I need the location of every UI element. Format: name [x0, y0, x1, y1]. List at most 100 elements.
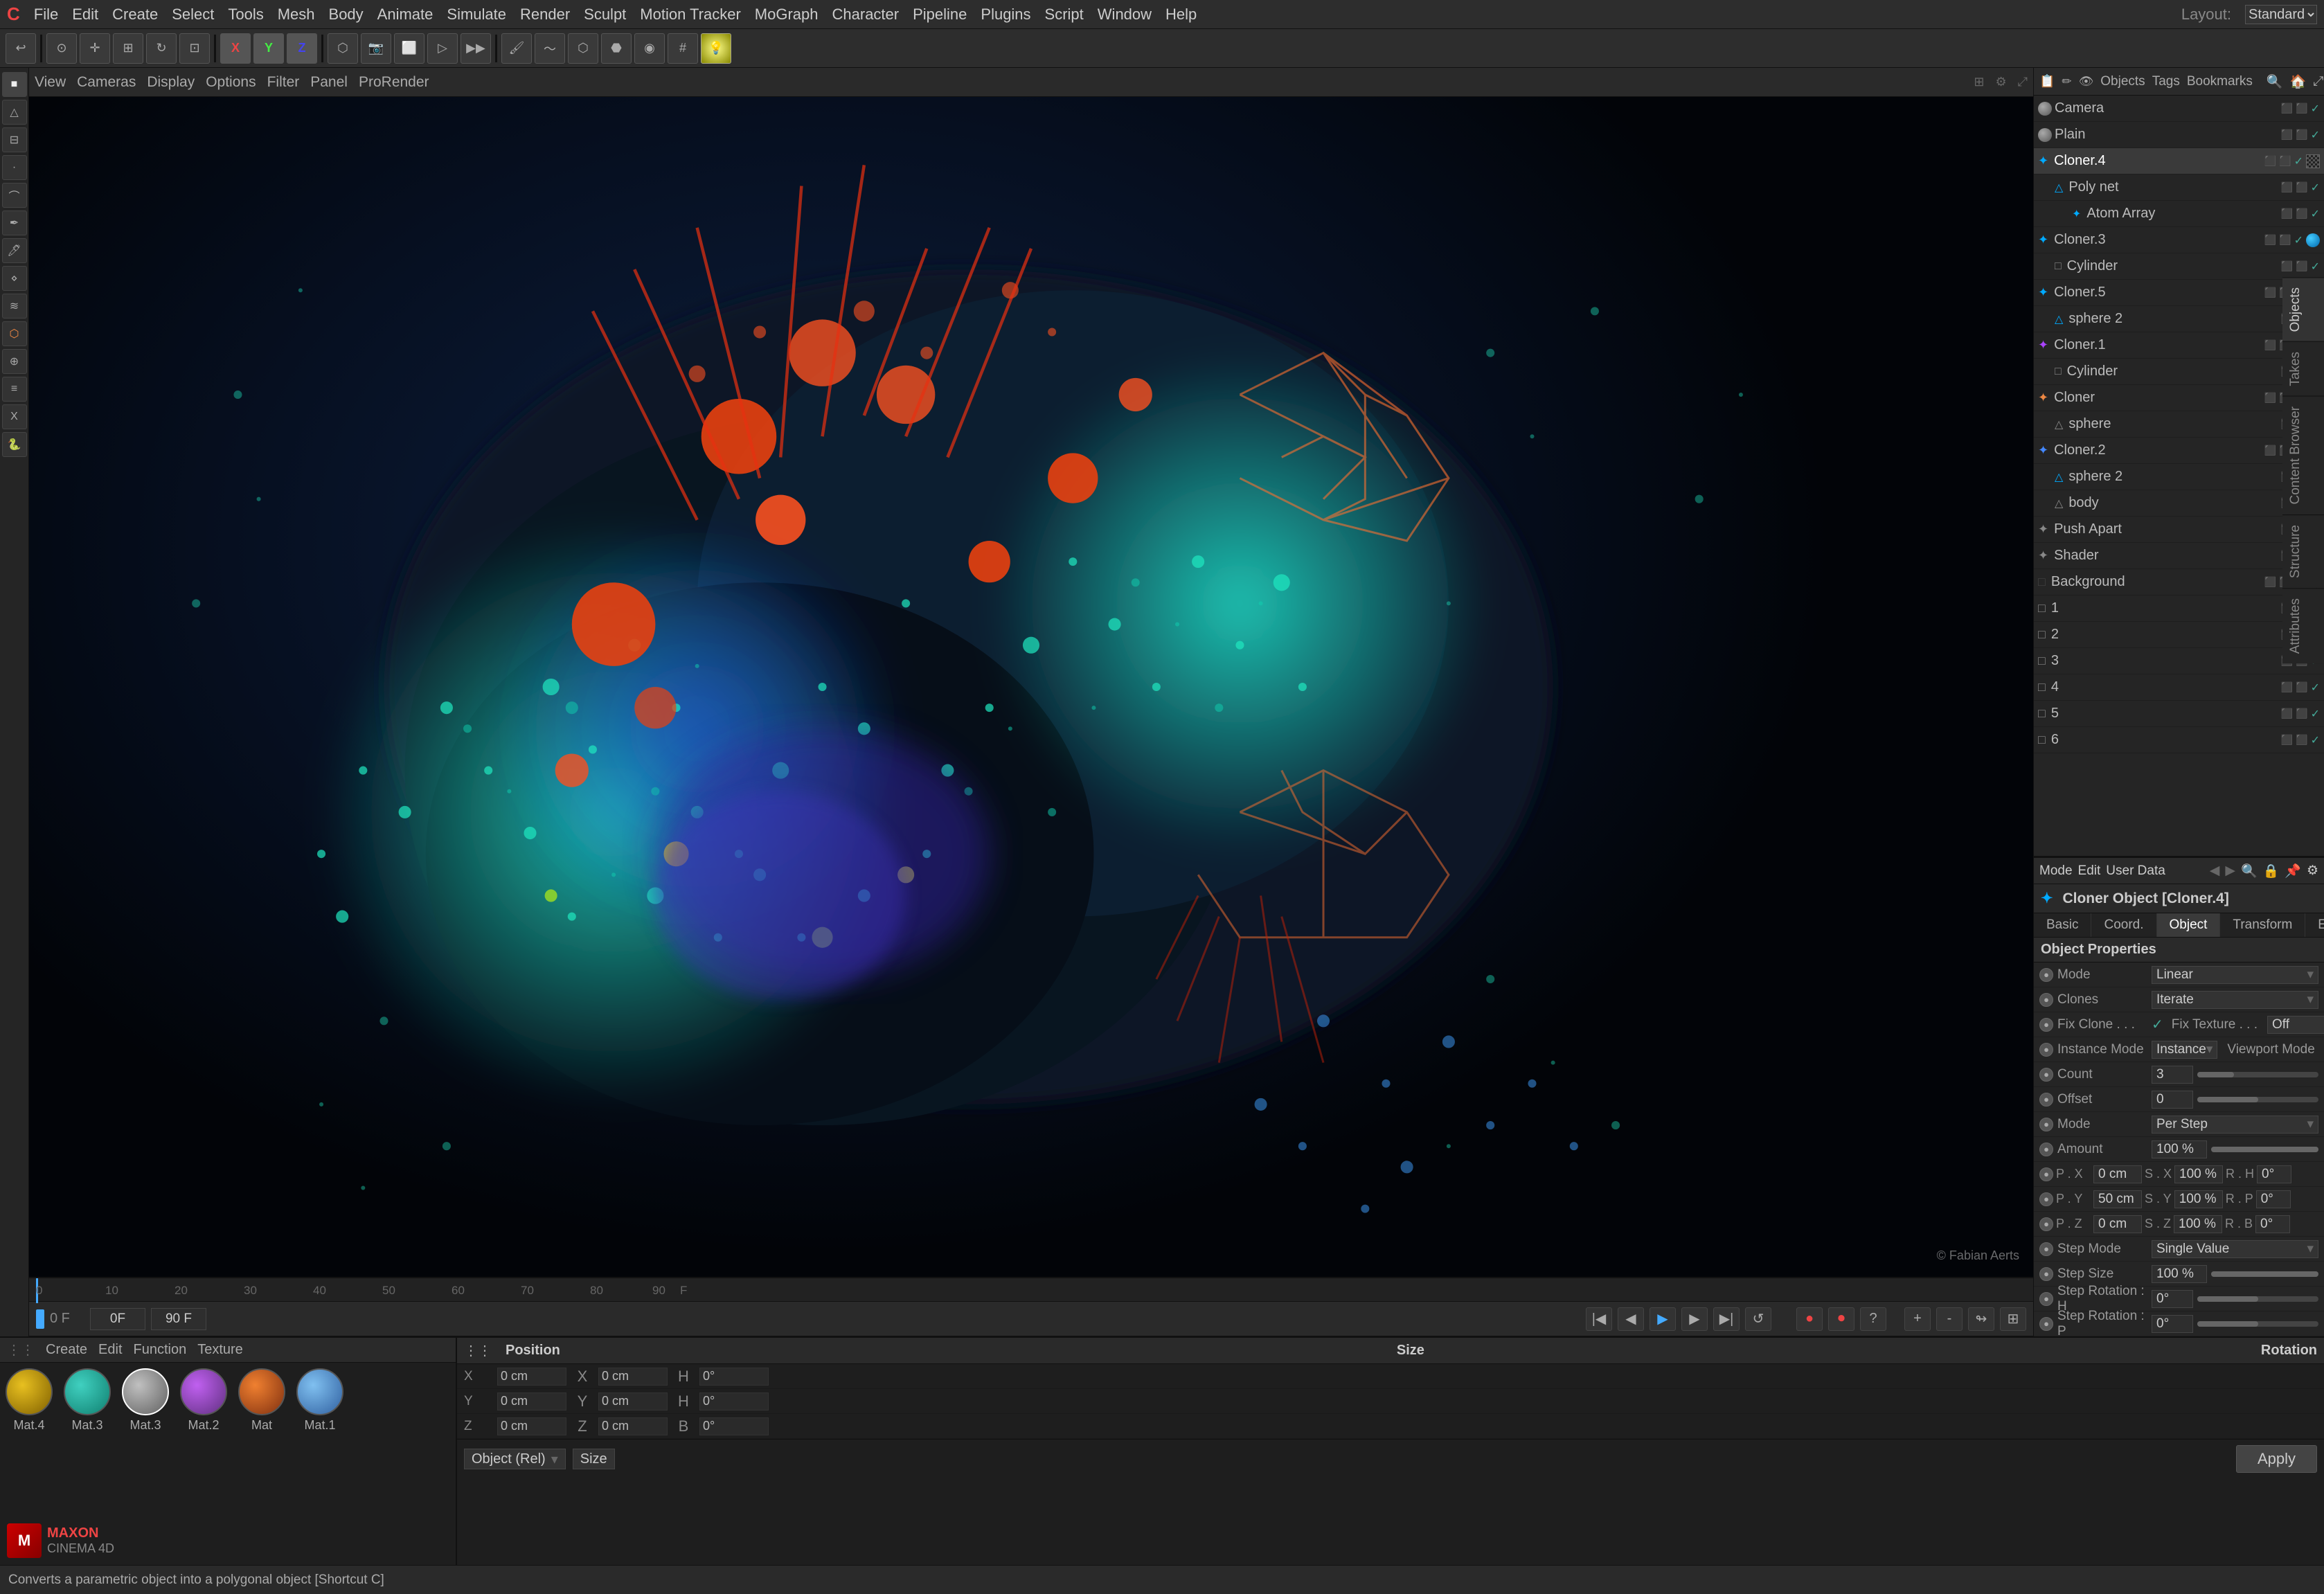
pz-input[interactable] — [2093, 1215, 2142, 1233]
menu-sculpt[interactable]: Sculpt — [584, 6, 626, 24]
amount-slider[interactable] — [2211, 1147, 2318, 1152]
count-btn[interactable]: ● — [2039, 1068, 2053, 1082]
tab-transform[interactable]: Transform — [2220, 913, 2305, 937]
light-btn[interactable]: 💡 — [701, 33, 731, 64]
obj-polynet[interactable]: △ Poly net ⬛⬛ ✓ — [2034, 174, 2324, 201]
key-settings-btn[interactable]: ? — [1860, 1307, 1886, 1331]
vp-tab-options[interactable]: Options — [206, 74, 256, 91]
obj-push-apart[interactable]: ✦ Push Apart ⬛⬛ ✓ — [2034, 517, 2324, 543]
goto-end-btn[interactable]: ▶| — [1713, 1307, 1740, 1331]
point-mode-btn[interactable]: · — [2, 155, 27, 180]
obj-shader[interactable]: ✦ Shader ⬛⬛ ✓ — [2034, 543, 2324, 569]
soft-select-btn[interactable]: ◉ — [634, 33, 665, 64]
mat-item-1[interactable]: Mat.1 — [296, 1368, 343, 1433]
obj-2[interactable]: □ 2 ⬛⬛ ✓ — [2034, 622, 2324, 648]
amount-input[interactable] — [2152, 1140, 2207, 1158]
menu-body[interactable]: Body — [329, 6, 364, 24]
prev-frame-btn[interactable]: ◀ — [1618, 1307, 1644, 1331]
vp-tab-panel[interactable]: Panel — [310, 74, 348, 91]
mat-item-3gray[interactable]: Mat.3 — [122, 1368, 169, 1433]
xpresso-btn[interactable]: X — [2, 404, 27, 429]
obj-sphere2-c2[interactable]: △ sphere 2 ⬛⬛ ✓ — [2034, 464, 2324, 490]
layer-btn[interactable]: ≡ — [2, 377, 27, 402]
viewport-canvas[interactable]: © Fabian Aerts — [29, 97, 2033, 1277]
mat-function-btn[interactable]: Function — [134, 1342, 187, 1358]
polygon-btn[interactable]: ⬡ — [568, 33, 598, 64]
object-mode-btn[interactable]: ⬡ — [328, 33, 358, 64]
obj-5[interactable]: □ 5 ⬛⬛ ✓ — [2034, 701, 2324, 727]
grid-btn[interactable]: # — [668, 33, 698, 64]
pos-y[interactable] — [497, 1392, 566, 1411]
sz-input[interactable] — [2174, 1215, 2222, 1233]
tab-object[interactable]: Object — [2157, 913, 2221, 937]
step-rot-p-input[interactable] — [2152, 1315, 2193, 1333]
obj-cylinder1[interactable]: □ Cylinder ⬛⬛ ✓ — [2034, 253, 2324, 280]
instance-mode-select[interactable]: Instance ▾ — [2152, 1041, 2217, 1059]
attr-userdata-btn[interactable]: User Data — [2106, 863, 2165, 879]
transform-btn[interactable]: ⊡ — [179, 33, 210, 64]
instance-mode-btn[interactable]: ● — [2039, 1043, 2053, 1057]
paint-btn[interactable]: 🖊 — [2, 238, 27, 263]
step-rot-h-input[interactable] — [2152, 1290, 2193, 1308]
menu-plugins[interactable]: Plugins — [981, 6, 1030, 24]
obj-cloner2[interactable]: ✦ Cloner.2 ⬛⬛ ✓ — [2034, 438, 2324, 464]
attr-lock-icon[interactable]: 🔒 — [2263, 863, 2280, 879]
auto-key-btn[interactable]: ⏺ — [1828, 1307, 1854, 1331]
tab-effectors[interactable]: Effectors — [2305, 913, 2324, 937]
panel-edit-btn[interactable]: ✏ — [2062, 75, 2071, 89]
menu-pipeline[interactable]: Pipeline — [913, 6, 967, 24]
panel-tags-tab[interactable]: Tags — [2152, 74, 2180, 89]
next-frame-btn[interactable]: ▶ — [1681, 1307, 1708, 1331]
mode2-select[interactable]: Per Step ▾ — [2152, 1116, 2318, 1134]
rh-input[interactable] — [2257, 1165, 2291, 1183]
attr-collapse-icon[interactable]: ◀ — [2210, 863, 2220, 879]
sy-input[interactable] — [2174, 1190, 2223, 1208]
menu-animate[interactable]: Animate — [377, 6, 433, 24]
undo-btn[interactable]: ↩ — [6, 33, 36, 64]
mode-select[interactable]: Linear ▾ — [2152, 966, 2318, 984]
record-btn[interactable]: ● — [1796, 1307, 1823, 1331]
sx-input[interactable] — [2174, 1165, 2223, 1183]
obj-3[interactable]: □ 3 ⬛⬛ ✓ — [2034, 648, 2324, 674]
menu-help[interactable]: Help — [1165, 6, 1197, 24]
step-size-input[interactable] — [2152, 1265, 2207, 1283]
mat-item-2[interactable]: Mat.2 — [180, 1368, 227, 1433]
step-mode-btn[interactable]: ● — [2039, 1242, 2053, 1256]
timeline-extra-btn[interactable]: ⊞ — [2000, 1307, 2026, 1331]
add-key-btn[interactable]: + — [1904, 1307, 1931, 1331]
rb-input[interactable] — [2255, 1215, 2290, 1233]
step-mode-select[interactable]: Single Value ▾ — [2152, 1240, 2318, 1258]
scale-btn[interactable]: ⊞ — [113, 33, 143, 64]
attr-edit-btn[interactable]: Edit — [2078, 863, 2101, 879]
field-btn[interactable]: ≋ — [2, 294, 27, 319]
step-rot-h-btn[interactable]: ● — [2039, 1292, 2053, 1306]
pz-btn[interactable]: ● — [2039, 1217, 2053, 1231]
px-input[interactable] — [2093, 1165, 2142, 1183]
size-z[interactable] — [598, 1417, 668, 1435]
render-frame-btn[interactable]: ▷ — [427, 33, 458, 64]
rot-p[interactable] — [699, 1392, 769, 1411]
obj-sphere-cloner[interactable]: △ sphere ⬛⬛ ✓ — [2034, 411, 2324, 438]
render-all-btn[interactable]: ▶▶ — [461, 33, 491, 64]
menu-script[interactable]: Script — [1045, 6, 1084, 24]
polygon-mode-btn[interactable]: △ — [2, 100, 27, 125]
tab-coord[interactable]: Coord. — [2091, 913, 2156, 937]
obj-background[interactable]: □ Background ⬛⬛ ✓ — [2034, 569, 2324, 595]
attr-mode-btn[interactable]: Mode — [2039, 863, 2073, 879]
goto-start-btn[interactable]: |◀ — [1586, 1307, 1612, 1331]
fix-clone-btn[interactable]: ● — [2039, 1018, 2053, 1032]
count-input[interactable] — [2152, 1066, 2193, 1084]
deform-btn[interactable]: ⋄ — [2, 266, 27, 291]
mat-texture-btn[interactable]: Texture — [197, 1342, 243, 1358]
count-slider[interactable] — [2197, 1072, 2318, 1077]
nurbs-btn[interactable]: ⌒ — [2, 183, 27, 208]
obj-1[interactable]: □ 1 ⬛⬛ ✓ — [2034, 595, 2324, 622]
pos-x[interactable] — [497, 1368, 566, 1386]
obj-4[interactable]: □ 4 ⬛⬛ ✓ — [2034, 674, 2324, 701]
playhead-marker[interactable] — [36, 1309, 44, 1329]
obj-body[interactable]: △ body ⬛⬛ ✓ — [2034, 490, 2324, 517]
obj-cylinder2[interactable]: □ Cylinder ⬛⬛ ✓ — [2034, 359, 2324, 385]
frame-end-input[interactable] — [151, 1308, 206, 1330]
mat-item-3teal[interactable]: Mat.3 — [64, 1368, 111, 1433]
tab-basic[interactable]: Basic — [2034, 913, 2091, 937]
